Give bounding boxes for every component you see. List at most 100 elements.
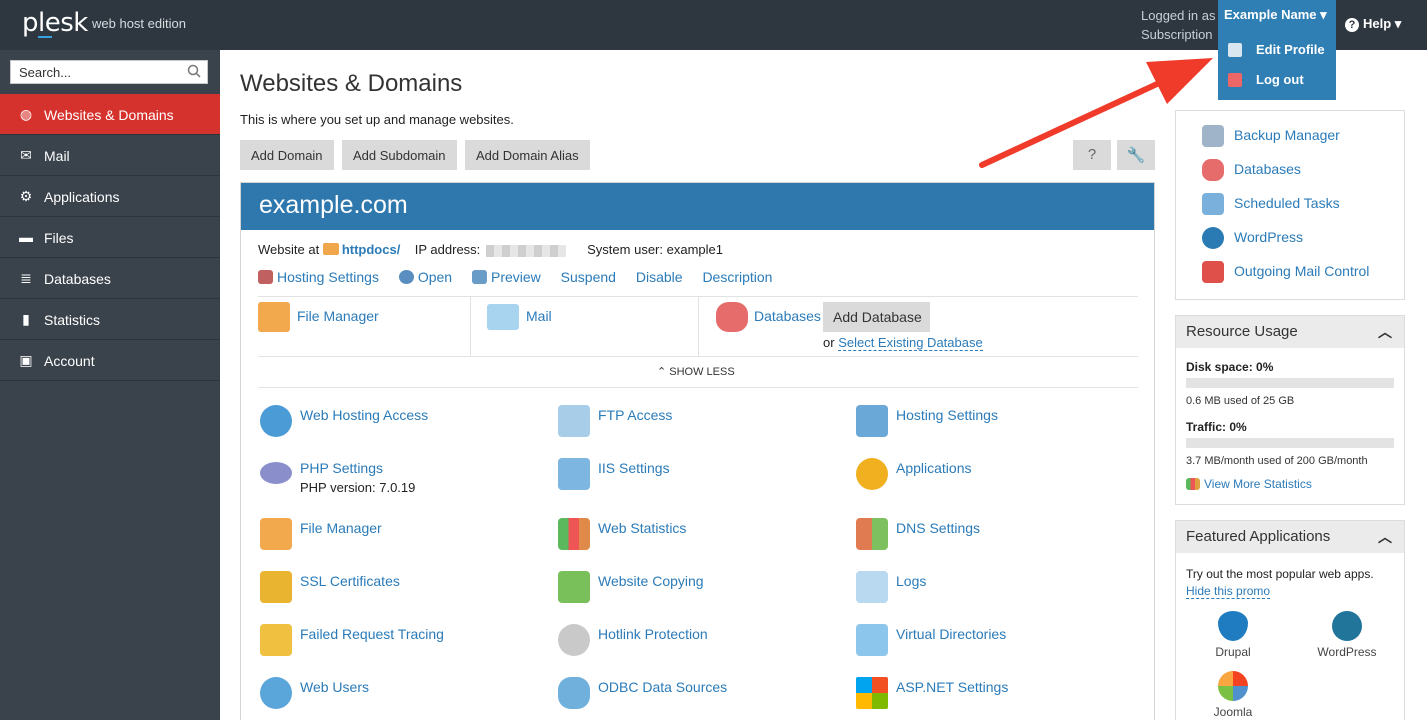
system-user-value: example1 — [666, 242, 723, 257]
sidebar-item-databases[interactable]: ≣ Databases — [0, 258, 220, 299]
sidebar-item-label: Files — [44, 230, 74, 246]
sidebar-item-label: Databases — [44, 271, 111, 287]
subscription-label[interactable]: Subscription — [1141, 25, 1215, 44]
feature-label: ODBC Data Sources — [598, 679, 728, 695]
add-domain-button[interactable]: Add Domain — [240, 140, 334, 170]
folder-icon — [260, 518, 292, 550]
joomla-app[interactable]: Joomla — [1188, 671, 1278, 719]
edit-profile-item[interactable]: Edit Profile — [1218, 36, 1336, 64]
sidebar-item-statistics[interactable]: ▮ Statistics — [0, 299, 220, 340]
ip-address-redacted — [486, 244, 567, 257]
tools-icon — [258, 270, 273, 284]
feature-label: File Manager — [300, 520, 382, 536]
profile-icon — [1228, 43, 1242, 57]
hide-promo-link[interactable]: Hide this promo — [1186, 584, 1271, 599]
select-existing-database-link[interactable]: Select Existing Database — [838, 335, 983, 351]
docroot-link[interactable]: httpdocs/ — [342, 242, 401, 257]
view-more-statistics-link[interactable]: View More Statistics — [1186, 477, 1312, 491]
feature-label: FTP Access — [598, 407, 673, 423]
mail-control-icon — [1202, 261, 1224, 283]
log-out-item[interactable]: Log out — [1218, 66, 1336, 94]
wrench-icon[interactable]: 🔧 — [1117, 140, 1155, 170]
account-icon: ▣ — [19, 352, 33, 368]
wordpress-icon — [1202, 227, 1224, 249]
plesk-logo[interactable]: plesk — [22, 8, 88, 38]
hosting-settings-link[interactable]: Hosting Settings — [258, 269, 379, 285]
ip-address-label: IP address: — [414, 242, 481, 257]
add-domain-alias-button[interactable]: Add Domain Alias — [465, 140, 590, 170]
sidebar-item-account[interactable]: ▣ Account — [0, 340, 220, 381]
mail-icon: ✉ — [20, 147, 32, 163]
add-subdomain-button[interactable]: Add Subdomain — [342, 140, 457, 170]
chain-link-icon — [558, 624, 590, 656]
search-placeholder: Search... — [19, 65, 72, 80]
open-label: Open — [417, 269, 453, 285]
chevron-down-icon: ▾ — [1394, 16, 1402, 31]
user-name: Example Name — [1224, 7, 1317, 22]
traffic-usage-bar — [1186, 438, 1394, 448]
show-less-toggle[interactable]: ⌃ SHOW LESS — [657, 365, 735, 378]
chevron-up-icon[interactable]: ︿ — [1378, 527, 1392, 547]
select-existing-row: or Select Existing Database — [823, 335, 983, 351]
domain-name[interactable]: example.com — [241, 183, 1154, 230]
feature-label: Hotlink Protection — [598, 626, 708, 642]
mail-label: Mail — [526, 308, 552, 324]
quick-link-label: Backup Manager — [1234, 127, 1340, 143]
edition-label: web host edition — [92, 16, 186, 31]
add-database-button[interactable]: Add Database — [823, 302, 930, 332]
sidebar-nav: ◍ Websites & Domains ✉ Mail ⚙ Applicatio… — [0, 94, 220, 381]
certificate-icon — [260, 571, 292, 603]
feature-label: Web Users — [300, 679, 369, 695]
sidebar-item-applications[interactable]: ⚙ Applications — [0, 176, 220, 217]
logout-icon — [1228, 73, 1242, 87]
quick-link-label: Outgoing Mail Control — [1234, 263, 1370, 279]
open-link[interactable]: Open — [398, 269, 453, 285]
logo-accent — [38, 36, 52, 38]
domain-card: example.com Website at httpdocs/ IP addr… — [240, 182, 1155, 720]
resource-usage-header[interactable]: Resource Usage ︿ — [1176, 316, 1404, 348]
feature-label: Web Hosting Access — [300, 407, 429, 423]
envelope-icon — [487, 304, 519, 330]
help-button[interactable]: ? — [1073, 140, 1111, 170]
hosting-settings-icon — [856, 405, 888, 437]
gear-icon: ⚙ — [19, 188, 33, 204]
databases-label: Databases — [754, 308, 821, 324]
php-icon — [260, 462, 292, 484]
sidebar-item-websites-domains[interactable]: ◍ Websites & Domains — [0, 94, 220, 135]
chevron-down-icon: ▾ — [1320, 7, 1327, 22]
search-input[interactable]: Search... — [10, 60, 208, 84]
quick-links-panel: Backup Manager Databases Scheduled Tasks… — [1175, 110, 1405, 300]
sidebar-item-files[interactable]: ▬ Files — [0, 217, 220, 258]
log-out-label: Log out — [1256, 72, 1304, 87]
preview-link[interactable]: Preview — [471, 269, 541, 285]
wordpress-app[interactable]: WordPress — [1302, 611, 1392, 659]
traffic-usage-text: 3.7 MB/month used of 200 GB/month — [1186, 455, 1368, 467]
feature-label: IIS Settings — [598, 460, 670, 476]
traffic-label: Traffic: 0% — [1186, 420, 1247, 434]
php-version: PHP version: 7.0.19 — [300, 480, 416, 495]
disable-link[interactable]: Disable — [636, 269, 683, 285]
log-file-icon — [856, 571, 888, 603]
disk-space-label: Disk space: 0% — [1186, 360, 1274, 374]
help-label: Help — [1363, 16, 1392, 31]
description-link[interactable]: Description — [702, 269, 772, 285]
page-title: Websites & Domains — [240, 70, 463, 97]
resource-usage-panel: Resource Usage ︿ Disk space: 0% 0.6 MB u… — [1175, 315, 1405, 505]
help-menu-button[interactable]: ? Help ▾ — [1345, 16, 1401, 32]
feature-label: ASP.NET Settings — [896, 679, 1009, 695]
bar-chart-icon: ▮ — [22, 311, 30, 327]
featured-applications-panel: Featured Applications ︿ Try out the most… — [1175, 520, 1405, 720]
domain-actions: Hosting Settings Open Preview Suspend Di… — [258, 269, 788, 285]
suspend-link[interactable]: Suspend — [561, 269, 616, 285]
quick-link-label: Databases — [1234, 161, 1301, 177]
show-less-label: SHOW LESS — [669, 366, 735, 378]
user-menu-button[interactable]: Example Name ▾ — [1218, 0, 1336, 30]
sidebar-item-mail[interactable]: ✉ Mail — [0, 135, 220, 176]
gear-icon — [856, 458, 888, 490]
drupal-app[interactable]: Drupal — [1188, 611, 1278, 659]
featured-applications-header[interactable]: Featured Applications ︿ — [1176, 521, 1404, 553]
feature-label: Website Copying — [598, 573, 704, 589]
chevron-up-icon[interactable]: ︿ — [1378, 322, 1392, 342]
preview-icon — [471, 270, 487, 284]
search-icon[interactable] — [187, 64, 201, 78]
